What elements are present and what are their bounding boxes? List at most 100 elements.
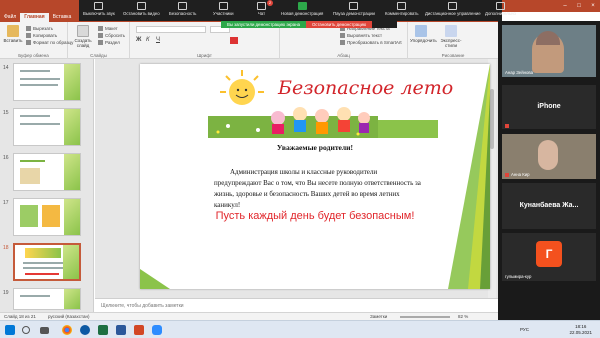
italic-button[interactable]: К	[146, 37, 150, 43]
slide-thumbnail[interactable]	[13, 63, 81, 101]
zoom-slider[interactable]	[400, 316, 450, 318]
paste-icon	[7, 25, 19, 37]
annotate-button[interactable]: Комментировать	[385, 2, 418, 16]
maximize-button[interactable]: □	[572, 0, 586, 12]
slide-title: Безопасное лето	[278, 77, 454, 99]
tab-insert[interactable]: Вставка	[49, 13, 76, 22]
thumb-number: 16	[3, 155, 9, 161]
scrollbar-thumb[interactable]	[490, 89, 494, 149]
stop-video-button[interactable]: Остановить видео	[123, 2, 160, 16]
thumb-number: 17	[3, 200, 9, 206]
security-button[interactable]: Безопасность	[169, 2, 196, 16]
green-corner-decoration	[140, 269, 170, 289]
new-slide-icon	[77, 25, 89, 37]
word-icon[interactable]	[116, 325, 126, 335]
search-icon[interactable]	[22, 326, 30, 334]
font-color-button[interactable]	[230, 37, 238, 44]
tab-home[interactable]: Главная	[20, 13, 49, 22]
font-name-select[interactable]	[136, 26, 206, 33]
close-button[interactable]: ×	[586, 0, 600, 12]
powerpoint-icon[interactable]	[134, 325, 144, 335]
start-icon[interactable]	[5, 325, 15, 335]
underline-button[interactable]: Ч	[156, 37, 160, 43]
thumb-line	[20, 70, 50, 72]
pause-share-button[interactable]: Пауза демонстрации	[333, 2, 375, 16]
zoom-icon[interactable]	[152, 325, 162, 335]
stop-share-button[interactable]: Остановить демонстрацию	[305, 21, 373, 28]
annotate-icon	[397, 2, 407, 10]
remote-control-icon	[448, 2, 458, 10]
slide-thumbnail[interactable]	[13, 108, 81, 146]
section-button[interactable]: Раздел	[98, 40, 120, 46]
thumb-line	[23, 262, 63, 264]
paste-button[interactable]: Вставить	[2, 25, 24, 43]
slide-thumbnail[interactable]	[13, 153, 81, 191]
windows-taskbar: РУС 18:16 22.05.2021	[0, 320, 600, 338]
thumb-decoration	[64, 289, 80, 309]
participant-display-name: Кунанбаева Жа...	[519, 202, 579, 209]
participant-name: Анар Зейнова	[505, 70, 533, 75]
mute-button[interactable]: Выключить звук	[83, 2, 115, 16]
keyboard-language[interactable]: РУС	[520, 327, 529, 332]
thumb-image	[25, 248, 61, 258]
thumb-image	[20, 205, 38, 227]
mic-off-icon	[505, 172, 509, 177]
chat-button[interactable]: Чат	[257, 2, 266, 16]
notes-toggle[interactable]: Заметки	[370, 314, 387, 319]
scissors-icon	[26, 26, 31, 32]
video-icon	[136, 2, 146, 10]
edge-icon[interactable]	[80, 325, 90, 335]
slide-canvas[interactable]: Безопасное лето Уважаемые родители! Адми…	[140, 64, 490, 289]
cut-button[interactable]: Вырезать	[26, 26, 53, 32]
participant-tile[interactable]: Анна Кир	[502, 134, 596, 179]
taskview-icon[interactable]	[40, 327, 49, 334]
thumb-line	[20, 78, 60, 80]
language-indicator[interactable]: русский (Казахстан)	[48, 314, 89, 319]
participants-panel: Анар Зейнова iPhone Анна Кир Кунанбаева …	[498, 21, 600, 320]
reset-button[interactable]: Сбросить	[98, 33, 125, 39]
taskbar-clock[interactable]: 18:16 22.05.2021	[569, 324, 592, 336]
slide-thumbnail[interactable]	[13, 288, 81, 310]
window-title: Общий экран	[545, 13, 573, 18]
brush-icon	[26, 40, 31, 46]
participant-tile[interactable]: Анар Зейнова	[502, 25, 596, 77]
new-slide-button[interactable]: Создать слайд	[72, 25, 94, 48]
reset-icon	[98, 33, 103, 39]
participant-tile[interactable]: iPhone	[502, 85, 596, 129]
thumb-number: 18	[3, 245, 9, 251]
smartart-button[interactable]: Преобразовать в SmartArt	[340, 40, 402, 46]
remote-control-button[interactable]: Дистанционное управление	[425, 2, 481, 16]
minimize-button[interactable]: –	[558, 0, 572, 12]
zoom-level[interactable]: 82 %	[458, 314, 468, 319]
arrange-button[interactable]: Упорядочить	[410, 25, 437, 43]
align-text-button[interactable]: Выровнять текст	[340, 33, 382, 39]
notes-field[interactable]: Щелкните, чтобы добавить заметки	[95, 298, 498, 312]
status-bar: Слайд 18 из 21 русский (Казахстан) Замет…	[0, 312, 498, 320]
tab-file[interactable]: Файл	[0, 13, 20, 22]
new-share-button[interactable]: Новая демонстрация	[281, 2, 323, 16]
more-button[interactable]: Дополнительно	[485, 2, 516, 16]
slide-slogan: Пусть каждый день будет безопасным!	[215, 210, 415, 222]
excel-icon[interactable]	[98, 325, 108, 335]
thumb-line	[25, 273, 59, 275]
clipboard-group: Вставить Вырезать Копировать Формат по о…	[0, 22, 73, 59]
more-icon	[495, 2, 505, 10]
thumb-line	[20, 295, 50, 297]
clipboard-group-label: Буфер обмена	[18, 53, 49, 58]
font-group-label: Шрифт	[197, 53, 212, 58]
layout-button[interactable]: Макет	[98, 26, 118, 32]
participants-button[interactable]: Участники	[213, 2, 234, 16]
slide-thumbnail-selected[interactable]	[13, 243, 81, 281]
participant-tile[interactable]: Г гульмира-кур	[502, 233, 596, 281]
paragraph-group-label: Абзац	[337, 53, 350, 58]
chrome-icon[interactable]	[62, 325, 72, 335]
share-status: Вы запустили демонстрацию экрана	[221, 21, 306, 28]
slide-thumbnail[interactable]	[13, 198, 81, 236]
thumb-decoration	[64, 64, 80, 100]
format-painter-button[interactable]: Формат по образцу	[26, 40, 73, 46]
bold-button[interactable]: Ж	[136, 37, 141, 43]
quick-styles-button[interactable]: Экспресс-стили	[440, 25, 462, 48]
participant-tile[interactable]: Кунанбаева Жа...	[502, 183, 596, 229]
window-controls: – □ ×	[545, 0, 600, 12]
copy-button[interactable]: Копировать	[26, 33, 57, 39]
